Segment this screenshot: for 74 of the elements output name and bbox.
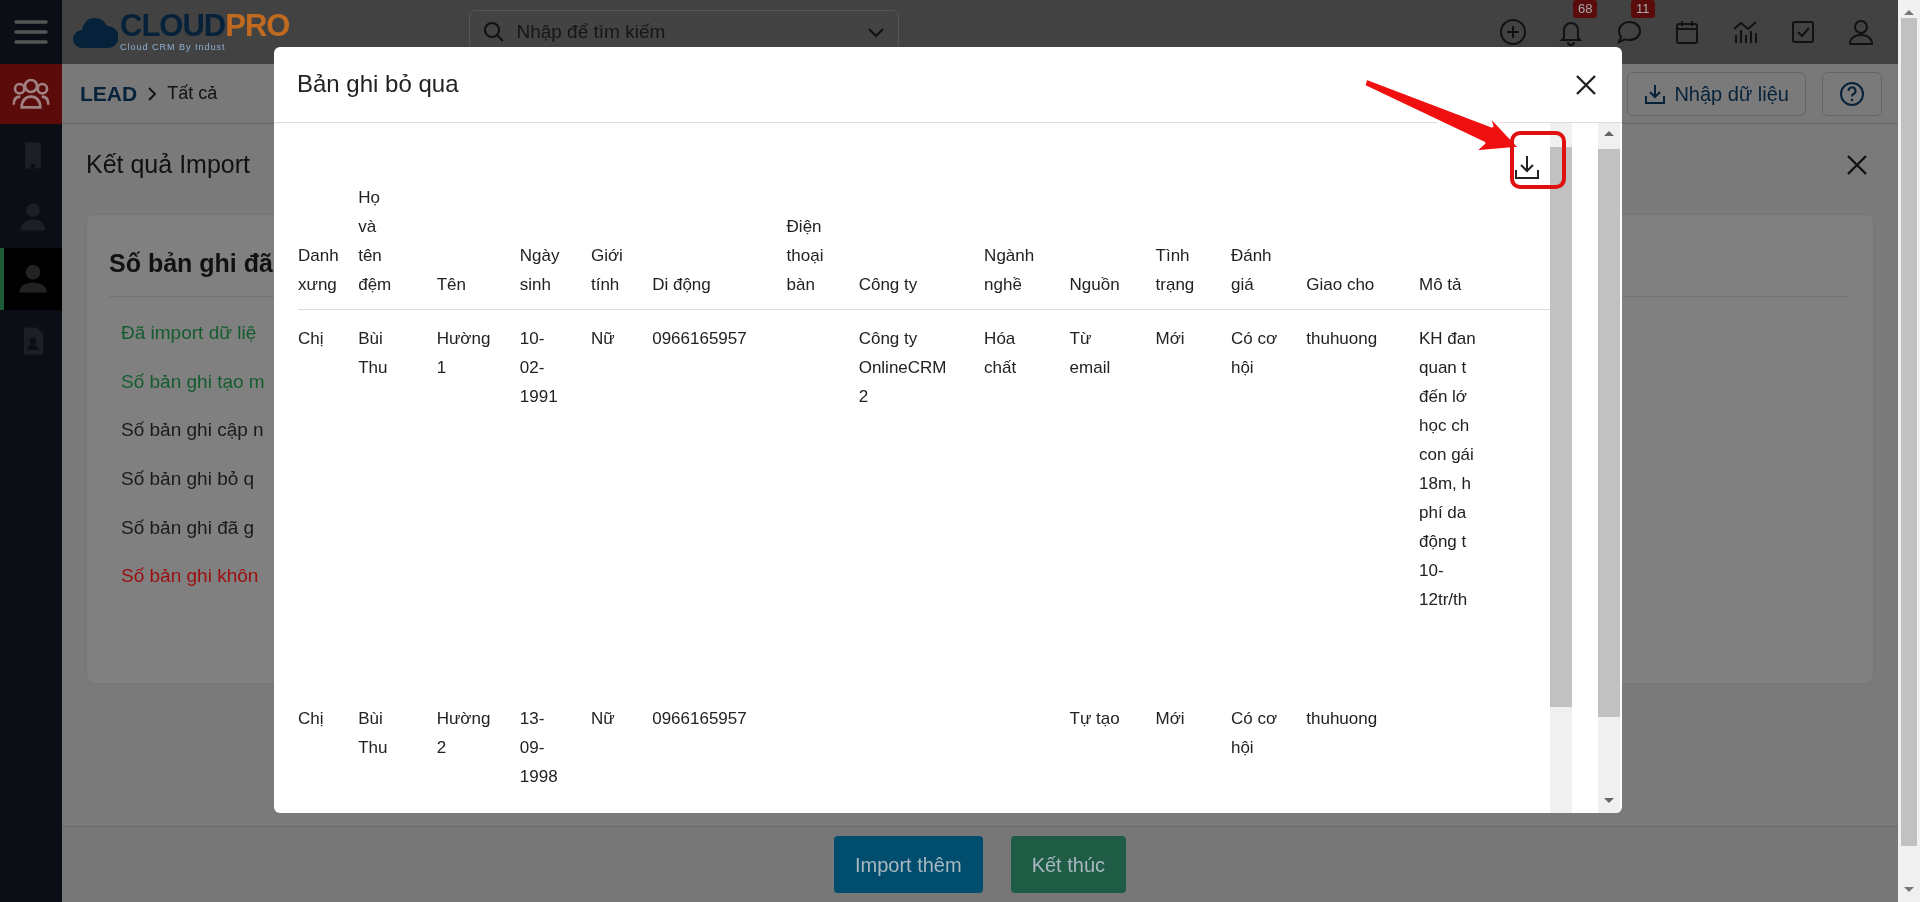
- summary-line: Số bản ghi tạo m: [121, 369, 265, 394]
- scroll-up-icon[interactable]: [1603, 129, 1615, 137]
- column-header: Mô tả: [1419, 274, 1463, 296]
- table-cell-text: Chị: [298, 707, 325, 730]
- table-cell-text: Tự tạo: [1069, 707, 1121, 730]
- table-cell-text: Nữ: [590, 707, 616, 730]
- help-button[interactable]: [1822, 71, 1882, 116]
- summary-line: Số bản ghi cập n: [121, 418, 264, 443]
- search-icon: [483, 21, 506, 43]
- scroll-down-icon[interactable]: [1603, 797, 1615, 805]
- import-more-button[interactable]: Import thêm: [833, 836, 983, 893]
- column-header: Tên: [436, 274, 467, 296]
- scroll-down-icon[interactable]: [1903, 886, 1915, 894]
- table-cell-text: Chị: [298, 328, 325, 350]
- count-badge: 68: [1573, 0, 1598, 18]
- column-header: Danh xưng: [298, 245, 340, 296]
- summary-line: Số bản ghi bỏ q: [121, 467, 255, 492]
- table-scrollbar[interactable]: [1550, 123, 1572, 813]
- table-cell-text: Bùi Thu: [358, 707, 389, 759]
- user-icon: [1846, 17, 1876, 47]
- table-cell-text: KH đan quan t đến lớ học ch con gái 18m, h phí da động t 10- 12tr/th: [1419, 328, 1477, 611]
- table-cell-text: Hường 1: [436, 328, 492, 379]
- column-header: Giao cho: [1306, 274, 1376, 296]
- close-icon[interactable]: [1846, 153, 1868, 176]
- table-cell-text: Hường 2: [436, 707, 492, 759]
- import-data-button[interactable]: Nhập dữ liệu: [1627, 71, 1806, 116]
- caret-icon: [867, 26, 886, 38]
- column-header: Tình trạng: [1155, 245, 1196, 296]
- chevron-icon: [147, 85, 158, 102]
- column-header: Nguồn: [1069, 274, 1121, 296]
- table-cell-text: 0966165957: [652, 707, 748, 730]
- table-cell-text: Hóa chất: [984, 328, 1018, 379]
- column-header: Đánh giá: [1230, 245, 1273, 296]
- breadcrumb-module[interactable]: LEAD: [80, 77, 138, 110]
- table-cell-text: Có cơ hội: [1230, 328, 1279, 379]
- table-cell-text: Bùi Thu: [358, 328, 389, 379]
- person-icon: [16, 262, 50, 296]
- table-cell-text: Mới: [1155, 328, 1186, 350]
- table-cell-text: Nữ: [590, 328, 616, 350]
- logo-text: CLOUDPRO: [120, 9, 290, 41]
- column-header: Di động: [652, 274, 712, 296]
- table-cell-text: Công ty OnlineCRM 2: [858, 328, 948, 408]
- column-header: Ngành nghề: [984, 245, 1036, 296]
- table-cell-text: thuhuong: [1306, 707, 1379, 730]
- dialog-title: Bản ghi bỏ qua: [297, 70, 459, 99]
- plus-circle-icon: [1498, 17, 1528, 47]
- download-icon: [1644, 82, 1667, 105]
- table-cell-text: Mới: [1155, 707, 1186, 730]
- table-cell-text: 13-09-1998: [519, 707, 559, 788]
- sidebar-item[interactable]: [0, 248, 62, 310]
- logo-tagline: Cloud CRM By Indust: [120, 40, 227, 54]
- table-cell-text: thuhuong: [1306, 328, 1379, 350]
- dialog-scrollbar[interactable]: [1598, 123, 1620, 813]
- page-title: Kết quả Import: [86, 149, 250, 180]
- table-cell-text: Từ email: [1069, 328, 1112, 379]
- table-cell-text: Có cơ hội: [1230, 707, 1279, 759]
- highlight-frame: [1510, 131, 1566, 189]
- finish-button[interactable]: Kết thúc: [1010, 836, 1127, 893]
- close-icon: [1574, 72, 1598, 97]
- count-badge: 11: [1631, 0, 1655, 18]
- help-icon: [1839, 80, 1865, 107]
- table-cell-text: 10-02-1991: [519, 328, 559, 408]
- summary-line: Số bản ghi khôn: [121, 564, 259, 589]
- breadcrumb-current: Tất cả: [167, 82, 218, 105]
- scroll-up-icon[interactable]: [1903, 8, 1915, 16]
- column-header: Ngày sinh: [519, 245, 561, 296]
- column-header: Giới tính: [590, 245, 624, 296]
- module-tab[interactable]: [0, 64, 62, 124]
- summary-line: Số bản ghi đã g: [121, 515, 255, 540]
- summary-line: Đã import dữ liệ: [121, 321, 257, 345]
- table-cell-text: 0966165957: [652, 328, 748, 350]
- page-scrollbar[interactable]: [1898, 0, 1920, 902]
- column-header: Công ty: [858, 274, 919, 296]
- menu-icon[interactable]: [14, 19, 48, 45]
